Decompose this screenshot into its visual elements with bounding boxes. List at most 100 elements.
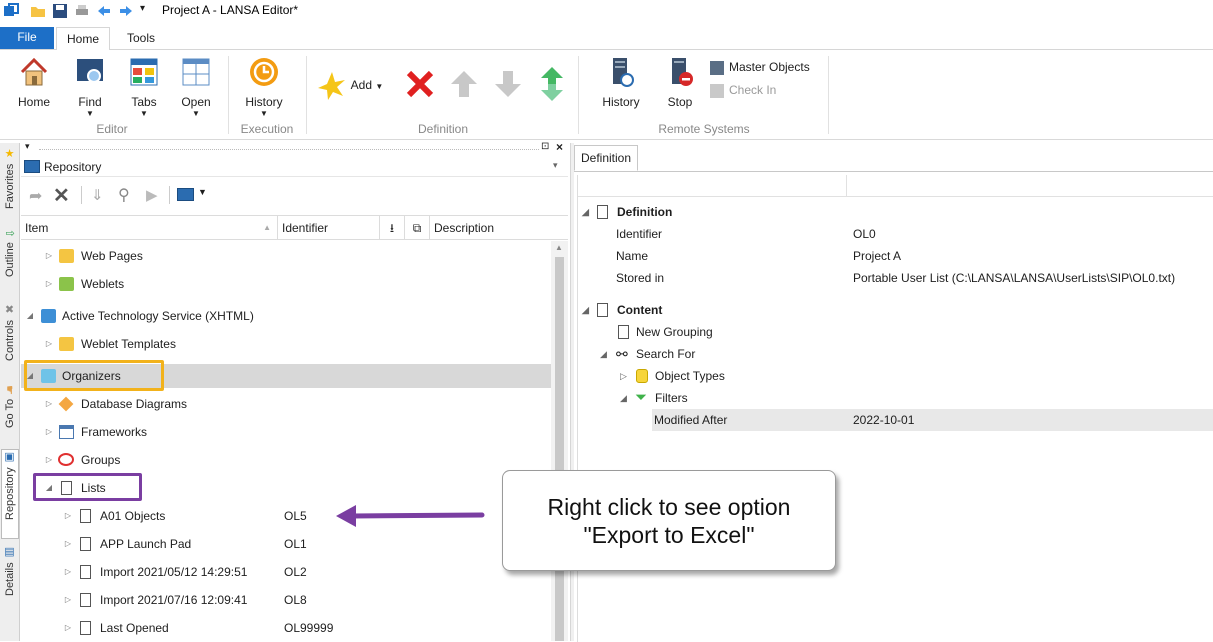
forward-arrow-icon[interactable]	[118, 3, 134, 19]
expand-icon[interactable]: ▷	[44, 245, 54, 267]
scroll-up-icon[interactable]: ▲	[555, 243, 563, 252]
expand-icon[interactable]: ▷	[44, 273, 54, 295]
delete-icon[interactable]	[404, 68, 436, 100]
tab-file[interactable]: File	[0, 27, 54, 49]
tree-scrollbar[interactable]: ▲	[551, 241, 568, 641]
tree-row-weblet-templates[interactable]: ▷ Weblet Templates	[21, 333, 551, 355]
expand-icon[interactable]: ▷	[63, 589, 73, 611]
add-button[interactable]: Add ▼	[316, 70, 396, 102]
tree-row-list-last-opened[interactable]: ▷ Last Opened OL99999	[21, 617, 551, 639]
open-folder-icon[interactable]	[30, 3, 46, 19]
property-key: Name	[616, 249, 649, 263]
property-stored-in[interactable]: Stored in Portable User List (C:\LANSA\L…	[578, 267, 1213, 289]
property-grid-body: ◢ Definition Identifier OL0 Name Project…	[577, 175, 1213, 642]
repository-selector[interactable]: Repository ▾	[21, 157, 568, 177]
property-name[interactable]: Name Project A	[578, 245, 1213, 267]
tree-row-groups[interactable]: ▷ Groups	[21, 449, 551, 471]
sidebar-tab-details[interactable]: Details ▤	[1, 545, 19, 607]
move-up-down-icon[interactable]	[536, 66, 568, 102]
content-search-for[interactable]: ◢ ⚯ Search For	[578, 343, 1213, 365]
list-icon	[80, 593, 91, 607]
check-in-button[interactable]: Check In	[710, 81, 776, 99]
save-icon[interactable]	[52, 3, 68, 19]
collapse-icon[interactable]: ◢	[582, 201, 589, 223]
tab-definition[interactable]: Definition	[574, 145, 638, 171]
view-mode-icon[interactable]	[177, 188, 194, 201]
tree-row-web-pages[interactable]: ▷ Web Pages	[21, 245, 551, 267]
expand-icon[interactable]: ▷	[44, 393, 54, 415]
stop-button[interactable]: Stop	[658, 56, 702, 109]
content-object-types[interactable]: ▷ Object Types	[578, 365, 1213, 387]
sort-icon: ▲	[263, 223, 271, 232]
tree-row-label: Import 2021/07/16 12:09:41	[100, 593, 248, 607]
section-content[interactable]: ◢ Content	[578, 299, 1213, 321]
open-object-icon[interactable]: ➦	[29, 186, 42, 206]
outline-icon: ⇧	[3, 229, 16, 239]
tree-row-list-import-2021-07-16[interactable]: ▷ Import 2021/07/16 12:09:41 OL8	[21, 589, 551, 611]
section-definition[interactable]: ◢ Definition	[578, 201, 1213, 223]
collapse-icon[interactable]: ◢	[25, 305, 35, 327]
quick-access-dropdown-icon[interactable]: ▾	[140, 3, 145, 14]
back-arrow-icon[interactable]	[96, 3, 112, 19]
column-description[interactable]: Description	[430, 216, 568, 240]
column-identifier[interactable]: Identifier	[278, 216, 380, 240]
tree-row-weblets[interactable]: ▷ Weblets	[21, 273, 551, 295]
tree-row-frameworks[interactable]: ▷ Frameworks	[21, 421, 551, 443]
master-objects-button[interactable]: Master Objects	[710, 58, 810, 76]
execution-history-button[interactable]: History ▼	[240, 56, 288, 118]
grouping-doc-icon	[618, 325, 629, 339]
expand-icon[interactable]: ▷	[44, 421, 54, 443]
tree-row-database-diagrams[interactable]: ▷ Database Diagrams	[21, 393, 551, 415]
sidebar-tab-outline[interactable]: Outline ⇧	[1, 229, 19, 297]
expand-icon[interactable]: ▷	[63, 505, 73, 527]
expand-icon[interactable]: ▷	[44, 333, 54, 355]
sidebar-tab-controls[interactable]: Controls ✖	[1, 303, 19, 379]
check-out-icon[interactable]: ⇓	[91, 186, 104, 204]
tab-tools[interactable]: Tools	[114, 27, 168, 49]
collapse-icon[interactable]: ◢	[620, 387, 627, 409]
column-checkout-status[interactable]: ⭳	[380, 216, 405, 240]
home-button[interactable]: Home	[12, 56, 56, 109]
property-modified-after[interactable]: Modified After 2022-10-01	[652, 409, 1213, 431]
open-button[interactable]: Open ▼	[174, 56, 218, 118]
pin-icon[interactable]: ⊡	[541, 141, 549, 152]
favorites-star-icon: ★	[3, 147, 16, 160]
column-object-type[interactable]: ⧉	[405, 216, 430, 240]
content-new-grouping[interactable]: New Grouping	[578, 321, 1213, 343]
print-icon[interactable]	[74, 3, 90, 19]
delete-object-icon[interactable]: ✕	[53, 183, 70, 208]
move-down-icon[interactable]	[492, 68, 524, 100]
tree-row-list-import-2021-05-12[interactable]: ▷ Import 2021/05/12 14:29:51 OL2	[21, 561, 551, 583]
panel-menu-icon[interactable]: ▾	[25, 141, 30, 152]
ribbon-tab-bar: File Home Tools	[0, 27, 1213, 51]
run-icon[interactable]: ▶	[146, 186, 158, 204]
tab-home[interactable]: Home	[56, 27, 110, 51]
find-button[interactable]: Find ▼	[68, 56, 112, 118]
expand-icon[interactable]: ▷	[63, 617, 73, 639]
selector-dropdown-icon[interactable]: ▾	[553, 160, 558, 171]
remote-history-button[interactable]: History	[598, 56, 644, 109]
tree-row-identifier: OL99999	[284, 621, 334, 635]
expand-icon[interactable]: ▷	[44, 449, 54, 471]
search-icon[interactable]: ⚲	[118, 185, 130, 205]
scrollbar-thumb[interactable]	[555, 257, 564, 641]
sidebar-tab-repository[interactable]: Repository ▣	[1, 449, 19, 539]
expand-icon[interactable]: ▷	[63, 533, 73, 555]
expand-icon[interactable]: ▷	[620, 365, 627, 387]
close-panel-icon[interactable]: ×	[556, 140, 563, 154]
master-objects-icon	[710, 60, 724, 75]
tabs-button[interactable]: Tabs ▼	[122, 56, 166, 118]
collapse-icon[interactable]: ◢	[582, 299, 589, 321]
view-mode-dropdown-icon[interactable]: ▼	[198, 187, 207, 197]
content-filters[interactable]: ◢ ⏷ Filters	[578, 387, 1213, 409]
tree-row-active-technology-service[interactable]: ◢ Active Technology Service (XHTML)	[21, 305, 551, 327]
column-item[interactable]: Item ▲	[21, 216, 278, 240]
expand-icon[interactable]: ▷	[63, 561, 73, 583]
move-up-icon[interactable]	[448, 68, 480, 100]
tree-row-list-app-launch-pad[interactable]: ▷ APP Launch Pad OL1	[21, 533, 551, 555]
sidebar-tab-goto[interactable]: Go To ☛	[1, 385, 19, 443]
sidebar-tab-favorites[interactable]: Favorites ★	[1, 147, 19, 223]
property-identifier[interactable]: Identifier OL0	[578, 223, 1213, 245]
collapse-icon[interactable]: ◢	[600, 343, 607, 365]
repository-panel: ▾ ⊡ × Repository ▾ ➦ ✕ ⇓ ⚲ ▶ ▼ Item ▲ Ide…	[21, 140, 570, 641]
